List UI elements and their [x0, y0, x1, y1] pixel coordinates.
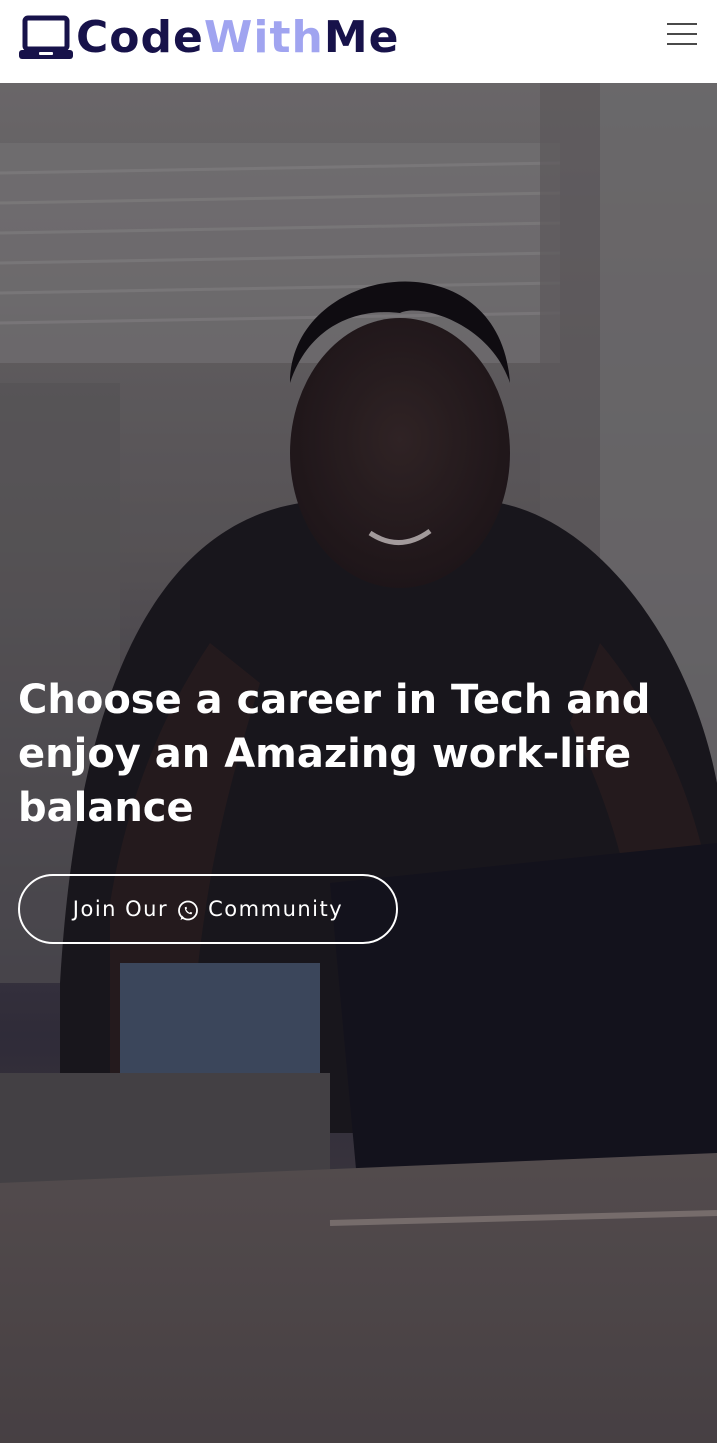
- laptop-icon: [19, 15, 73, 59]
- navbar: CodeWithMe: [0, 0, 717, 83]
- menu-toggle-button[interactable]: [667, 20, 699, 50]
- hero-section: Choose a career in Tech and enjoy an Ama…: [0, 83, 717, 1443]
- brand-name-me: Me: [323, 12, 400, 63]
- hero-title: Choose a career in Tech and enjoy an Ama…: [18, 677, 651, 831]
- cta-text-before: Join Our: [72, 897, 169, 921]
- brand-name-with: With: [203, 12, 324, 63]
- brand-name-code: Code: [76, 12, 204, 63]
- brand-name: CodeWithMe: [76, 12, 399, 64]
- cta-text-after: Community: [208, 897, 344, 921]
- brand-logo[interactable]: CodeWithMe: [18, 12, 399, 64]
- whatsapp-icon: [178, 900, 199, 920]
- join-community-button[interactable]: Join Our Community: [18, 874, 398, 944]
